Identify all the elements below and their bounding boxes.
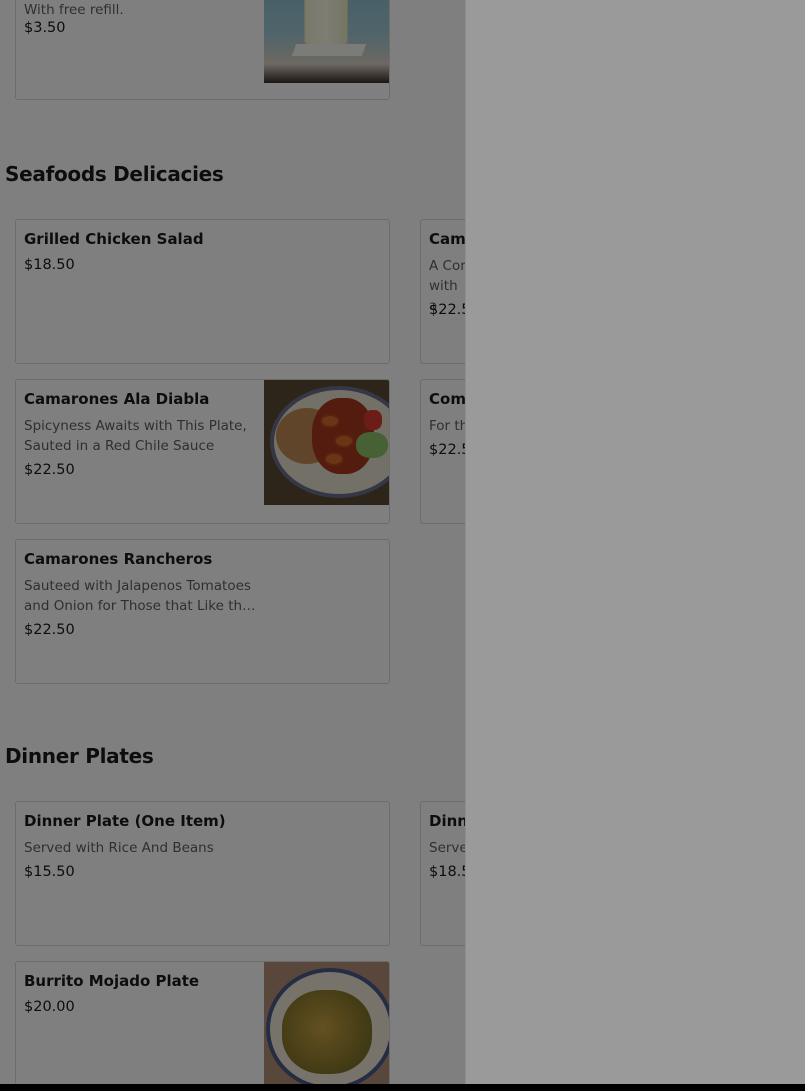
bottom-edge-bar <box>0 1084 805 1091</box>
side-drawer-panel <box>465 0 805 1084</box>
